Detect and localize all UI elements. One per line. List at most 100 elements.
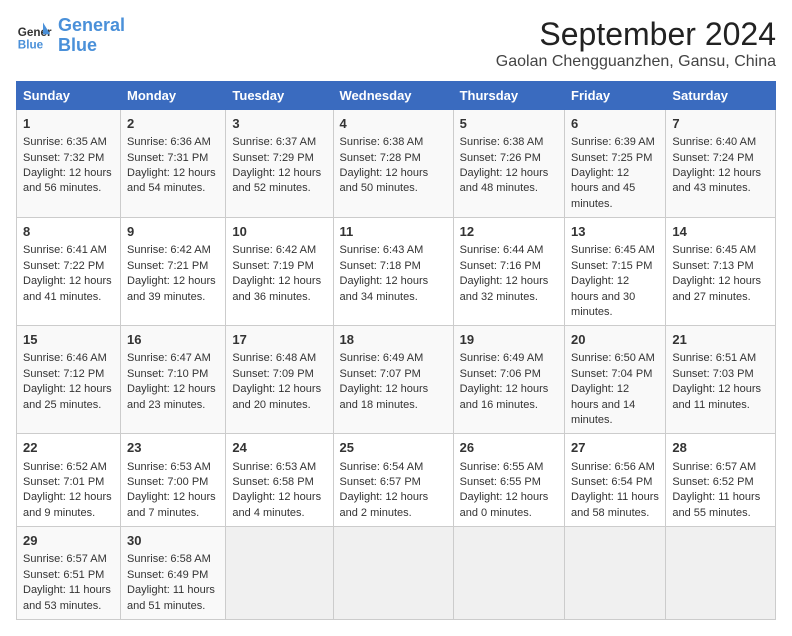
calendar-cell: [453, 527, 564, 620]
sunset-label: Sunset: 7:25 PM: [571, 152, 652, 164]
calendar-cell: 8 Sunrise: 6:41 AM Sunset: 7:22 PM Dayli…: [17, 218, 121, 326]
day-number: 30: [127, 532, 219, 550]
sunset-label: Sunset: 7:16 PM: [460, 260, 541, 272]
sunset-label: Sunset: 6:58 PM: [232, 476, 313, 488]
sunrise-label: Sunrise: 6:35 AM: [23, 136, 107, 148]
calendar-cell: 3 Sunrise: 6:37 AM Sunset: 7:29 PM Dayli…: [226, 110, 333, 218]
calendar-table: SundayMondayTuesdayWednesdayThursdayFrid…: [16, 81, 776, 620]
sunset-label: Sunset: 7:19 PM: [232, 260, 313, 272]
calendar-cell: 16 Sunrise: 6:47 AM Sunset: 7:10 PM Dayl…: [121, 326, 226, 434]
day-number: 23: [127, 439, 219, 457]
logo: General Blue GeneralBlue: [16, 16, 125, 56]
sunset-label: Sunset: 7:01 PM: [23, 476, 104, 488]
calendar-cell: 11 Sunrise: 6:43 AM Sunset: 7:18 PM Dayl…: [333, 218, 453, 326]
sunset-label: Sunset: 6:54 PM: [571, 476, 652, 488]
calendar-week-3: 15 Sunrise: 6:46 AM Sunset: 7:12 PM Dayl…: [17, 326, 776, 434]
sunset-label: Sunset: 7:13 PM: [672, 260, 753, 272]
sunrise-label: Sunrise: 6:52 AM: [23, 461, 107, 473]
sunrise-label: Sunrise: 6:47 AM: [127, 352, 211, 364]
daylight-label: Daylight: 12 hours and 41 minutes.: [23, 275, 112, 302]
day-number: 12: [460, 223, 558, 241]
day-number: 14: [672, 223, 769, 241]
sunrise-label: Sunrise: 6:51 AM: [672, 352, 756, 364]
calendar-subtitle: Gaolan Chengguanzhen, Gansu, China: [496, 53, 776, 71]
calendar-cell: 13 Sunrise: 6:45 AM Sunset: 7:15 PM Dayl…: [565, 218, 666, 326]
sunrise-label: Sunrise: 6:53 AM: [127, 461, 211, 473]
day-number: 20: [571, 331, 659, 349]
sunrise-label: Sunrise: 6:58 AM: [127, 553, 211, 565]
daylight-label: Daylight: 12 hours and 43 minutes.: [672, 167, 761, 194]
sunset-label: Sunset: 7:28 PM: [340, 152, 421, 164]
calendar-cell: 1 Sunrise: 6:35 AM Sunset: 7:32 PM Dayli…: [17, 110, 121, 218]
sunrise-label: Sunrise: 6:36 AM: [127, 136, 211, 148]
daylight-label: Daylight: 12 hours and 14 minutes.: [571, 383, 635, 426]
sunset-label: Sunset: 6:51 PM: [23, 569, 104, 581]
title-block: September 2024 Gaolan Chengguanzhen, Gan…: [496, 16, 776, 71]
page-header: General Blue GeneralBlue September 2024 …: [16, 16, 776, 71]
sunset-label: Sunset: 7:12 PM: [23, 368, 104, 380]
sunrise-label: Sunrise: 6:49 AM: [460, 352, 544, 364]
header-friday: Friday: [565, 82, 666, 110]
sunrise-label: Sunrise: 6:38 AM: [340, 136, 424, 148]
calendar-cell: 24 Sunrise: 6:53 AM Sunset: 6:58 PM Dayl…: [226, 434, 333, 527]
daylight-label: Daylight: 12 hours and 11 minutes.: [672, 383, 761, 410]
daylight-label: Daylight: 12 hours and 25 minutes.: [23, 383, 112, 410]
daylight-label: Daylight: 12 hours and 45 minutes.: [571, 167, 635, 210]
sunset-label: Sunset: 7:10 PM: [127, 368, 208, 380]
calendar-cell: 23 Sunrise: 6:53 AM Sunset: 7:00 PM Dayl…: [121, 434, 226, 527]
day-number: 27: [571, 439, 659, 457]
calendar-week-1: 1 Sunrise: 6:35 AM Sunset: 7:32 PM Dayli…: [17, 110, 776, 218]
calendar-week-5: 29 Sunrise: 6:57 AM Sunset: 6:51 PM Dayl…: [17, 527, 776, 620]
daylight-label: Daylight: 12 hours and 4 minutes.: [232, 491, 321, 518]
calendar-cell: 12 Sunrise: 6:44 AM Sunset: 7:16 PM Dayl…: [453, 218, 564, 326]
sunset-label: Sunset: 6:57 PM: [340, 476, 421, 488]
calendar-title: September 2024: [496, 16, 776, 53]
header-thursday: Thursday: [453, 82, 564, 110]
daylight-label: Daylight: 12 hours and 7 minutes.: [127, 491, 216, 518]
day-number: 10: [232, 223, 326, 241]
day-number: 4: [340, 115, 447, 133]
calendar-cell: 18 Sunrise: 6:49 AM Sunset: 7:07 PM Dayl…: [333, 326, 453, 434]
calendar-cell: 29 Sunrise: 6:57 AM Sunset: 6:51 PM Dayl…: [17, 527, 121, 620]
sunset-label: Sunset: 7:15 PM: [571, 260, 652, 272]
sunrise-label: Sunrise: 6:42 AM: [127, 244, 211, 256]
daylight-label: Daylight: 11 hours and 51 minutes.: [127, 584, 215, 611]
day-number: 9: [127, 223, 219, 241]
day-number: 26: [460, 439, 558, 457]
calendar-cell: 20 Sunrise: 6:50 AM Sunset: 7:04 PM Dayl…: [565, 326, 666, 434]
daylight-label: Daylight: 12 hours and 0 minutes.: [460, 491, 549, 518]
sunset-label: Sunset: 7:22 PM: [23, 260, 104, 272]
calendar-cell: 30 Sunrise: 6:58 AM Sunset: 6:49 PM Dayl…: [121, 527, 226, 620]
sunset-label: Sunset: 7:32 PM: [23, 152, 104, 164]
daylight-label: Daylight: 12 hours and 30 minutes.: [571, 275, 635, 318]
sunrise-label: Sunrise: 6:37 AM: [232, 136, 316, 148]
day-number: 15: [23, 331, 114, 349]
sunrise-label: Sunrise: 6:38 AM: [460, 136, 544, 148]
header-wednesday: Wednesday: [333, 82, 453, 110]
day-number: 11: [340, 223, 447, 241]
calendar-cell: 2 Sunrise: 6:36 AM Sunset: 7:31 PM Dayli…: [121, 110, 226, 218]
sunrise-label: Sunrise: 6:44 AM: [460, 244, 544, 256]
daylight-label: Daylight: 12 hours and 27 minutes.: [672, 275, 761, 302]
calendar-cell: 7 Sunrise: 6:40 AM Sunset: 7:24 PM Dayli…: [666, 110, 776, 218]
calendar-cell: 26 Sunrise: 6:55 AM Sunset: 6:55 PM Dayl…: [453, 434, 564, 527]
day-number: 8: [23, 223, 114, 241]
daylight-label: Daylight: 12 hours and 9 minutes.: [23, 491, 112, 518]
calendar-cell: 19 Sunrise: 6:49 AM Sunset: 7:06 PM Dayl…: [453, 326, 564, 434]
calendar-cell: 10 Sunrise: 6:42 AM Sunset: 7:19 PM Dayl…: [226, 218, 333, 326]
sunrise-label: Sunrise: 6:56 AM: [571, 461, 655, 473]
header-tuesday: Tuesday: [226, 82, 333, 110]
daylight-label: Daylight: 12 hours and 54 minutes.: [127, 167, 216, 194]
logo-text: GeneralBlue: [58, 16, 125, 56]
header-monday: Monday: [121, 82, 226, 110]
calendar-cell: 15 Sunrise: 6:46 AM Sunset: 7:12 PM Dayl…: [17, 326, 121, 434]
svg-text:Blue: Blue: [18, 38, 44, 51]
daylight-label: Daylight: 12 hours and 50 minutes.: [340, 167, 429, 194]
sunrise-label: Sunrise: 6:55 AM: [460, 461, 544, 473]
sunrise-label: Sunrise: 6:53 AM: [232, 461, 316, 473]
sunset-label: Sunset: 7:26 PM: [460, 152, 541, 164]
sunset-label: Sunset: 7:09 PM: [232, 368, 313, 380]
day-number: 28: [672, 439, 769, 457]
daylight-label: Daylight: 12 hours and 32 minutes.: [460, 275, 549, 302]
calendar-cell: 25 Sunrise: 6:54 AM Sunset: 6:57 PM Dayl…: [333, 434, 453, 527]
